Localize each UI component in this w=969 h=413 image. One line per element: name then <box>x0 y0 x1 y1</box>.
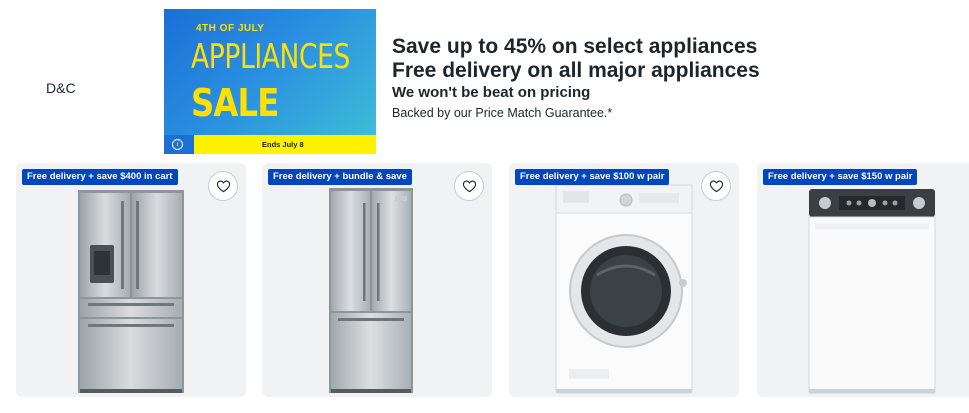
info-icon[interactable]: i <box>172 139 183 150</box>
promo-badge: Free delivery + save $100 w pair <box>515 169 670 185</box>
heart-icon <box>462 180 476 193</box>
save-to-list-button[interactable] <box>208 171 238 201</box>
logo[interactable]: D&C <box>46 80 76 96</box>
front-load-washer-image[interactable] <box>509 163 739 397</box>
promo-headline: Save up to 45% on select appliances <box>392 35 758 58</box>
promo-subheadline: We won't be beat on pricing <box>392 84 591 101</box>
banner-subtitle: SALE <box>191 81 279 125</box>
heart-icon <box>709 180 723 193</box>
price-match-note: Backed by our Price Match Guarantee.* <box>392 106 613 120</box>
promo-headline-2: Free delivery on all major appliances <box>392 59 760 82</box>
french-door-refrigerator-image[interactable] <box>262 163 492 397</box>
product-card[interactable]: Free delivery + save $100 w pair <box>509 163 739 397</box>
top-load-washer-image[interactable] <box>757 163 969 397</box>
product-card[interactable]: Free delivery + save $400 in cart <box>16 163 246 397</box>
sale-banner[interactable]: 4TH OF JULY APPLIANCES SALE i Ends July … <box>164 9 376 154</box>
save-to-list-button[interactable] <box>454 171 484 201</box>
product-card[interactable]: Free delivery + bundle & save <box>262 163 492 397</box>
banner-top-line: 4TH OF JULY <box>196 23 265 34</box>
banner-ends: Ends July 8 <box>262 140 304 149</box>
french-door-refrigerator-image[interactable] <box>16 163 246 397</box>
promo-text: Save up to 45% on select appliances Free… <box>392 35 760 122</box>
product-card[interactable]: Free delivery + save $150 w pair <box>757 163 969 397</box>
heart-icon <box>216 180 230 193</box>
save-to-list-button[interactable] <box>701 171 731 201</box>
promo-badge: Free delivery + save $150 w pair <box>763 169 918 185</box>
promo-badge: Free delivery + save $400 in cart <box>22 169 178 185</box>
banner-title: APPLIANCES <box>191 37 350 77</box>
page: D&C 4TH OF JULY APPLIANCES SALE i Ends J… <box>0 0 969 413</box>
promo-badge: Free delivery + bundle & save <box>268 169 412 185</box>
